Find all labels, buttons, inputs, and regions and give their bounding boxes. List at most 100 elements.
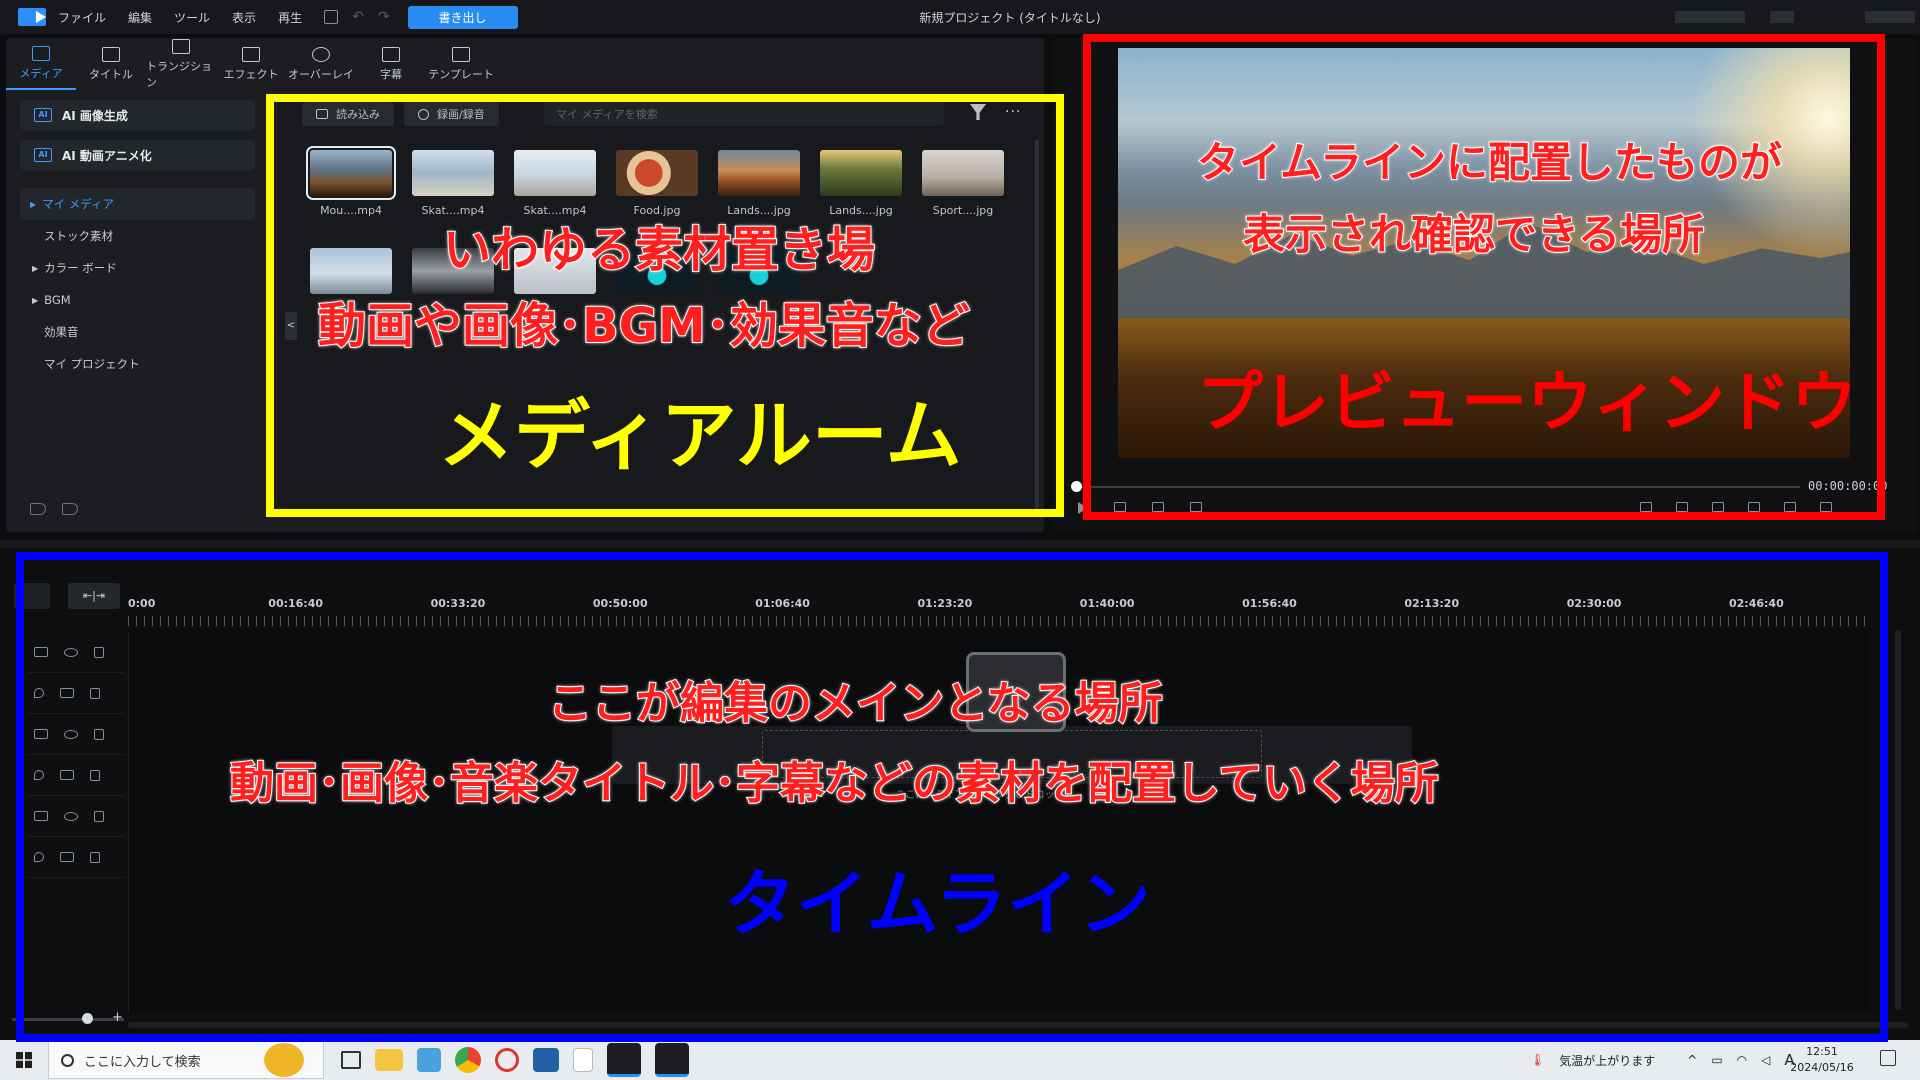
menu-tools[interactable]: ツール <box>174 9 210 26</box>
collapse-panel-button[interactable]: < <box>285 312 297 340</box>
zoom-slider-knob[interactable] <box>82 1013 93 1024</box>
wifi-icon[interactable]: ◠ <box>1737 1053 1747 1067</box>
tab-effect[interactable]: エフェクト <box>216 38 286 90</box>
nav-my-project[interactable]: マイ プロジェクト <box>20 348 255 380</box>
task-view-icon[interactable] <box>341 1051 361 1069</box>
lock-icon[interactable] <box>94 810 104 822</box>
app-icon[interactable] <box>417 1048 441 1072</box>
more-icon[interactable]: ··· <box>1005 104 1021 120</box>
media-thumbnail[interactable] <box>718 150 800 196</box>
save-icon[interactable] <box>324 10 339 24</box>
clock[interactable]: 12:51 2024/05/16 <box>1782 1044 1862 1076</box>
remove-tag-icon[interactable] <box>62 503 78 515</box>
media-thumbnail[interactable] <box>306 146 396 200</box>
panel-divider[interactable] <box>0 540 1920 548</box>
tab-overlay[interactable]: オーバーレイ <box>286 38 356 90</box>
snapshot-icon[interactable] <box>1676 502 1688 512</box>
visibility-icon[interactable] <box>64 729 78 739</box>
menu-view[interactable]: 表示 <box>232 9 256 26</box>
notification-icon[interactable] <box>1880 1050 1896 1066</box>
timeline-hscrollbar[interactable] <box>128 1022 1908 1028</box>
stop-icon[interactable] <box>1114 502 1126 512</box>
mute-icon[interactable] <box>60 770 74 780</box>
tab-transition[interactable]: トランジション <box>146 38 216 90</box>
add-tag-icon[interactable] <box>30 503 46 515</box>
export-button[interactable]: 書き出し <box>407 5 518 29</box>
media-item[interactable]: Mou....mp4 <box>306 146 401 217</box>
media-item[interactable] <box>310 248 401 302</box>
media-item[interactable]: Food.jpg <box>616 150 707 217</box>
media-item[interactable]: Skat....mp4 <box>514 150 605 217</box>
media-scrollbar[interactable] <box>1035 140 1039 510</box>
mute-icon[interactable] <box>60 852 74 862</box>
document-icon[interactable] <box>573 1048 593 1072</box>
preview-playhead[interactable] <box>1071 481 1082 492</box>
weather-text[interactable]: 気温が上がります <box>1559 1052 1655 1069</box>
prev-frame-icon[interactable] <box>1152 502 1164 512</box>
quality-icon[interactable] <box>1712 502 1724 512</box>
volume-icon[interactable] <box>1640 502 1652 512</box>
audio-track-icon <box>34 688 44 698</box>
redo-icon[interactable]: ↷ <box>378 9 390 25</box>
powerdirector-icon[interactable] <box>655 1043 689 1077</box>
fit-timeline-button[interactable]: ⇤|⇥ <box>68 583 120 609</box>
nav-stock[interactable]: ストック素材 <box>20 220 255 252</box>
timeline-vscrollbar[interactable] <box>1895 630 1901 1010</box>
media-search-input[interactable]: マイ メディアを検索 <box>544 102 944 126</box>
undo-icon[interactable]: ↶ <box>352 9 364 25</box>
tab-subtitle[interactable]: 字幕 <box>356 38 426 90</box>
track-manager-icon[interactable] <box>14 583 50 609</box>
lock-icon[interactable] <box>94 728 104 740</box>
media-thumbnail[interactable] <box>514 150 596 196</box>
lock-icon[interactable] <box>90 769 100 781</box>
menu-edit[interactable]: 編集 <box>128 9 152 26</box>
chrome-icon[interactable] <box>455 1047 481 1073</box>
media-thumbnail[interactable] <box>922 150 1004 196</box>
lock-icon[interactable] <box>94 646 104 658</box>
nav-sfx[interactable]: 効果音 <box>20 316 255 348</box>
media-thumbnail[interactable] <box>820 150 902 196</box>
media-item[interactable]: Sport....jpg <box>922 150 1013 217</box>
zoom-in-icon[interactable]: + <box>112 1010 123 1025</box>
lock-icon[interactable] <box>90 687 100 699</box>
media-item[interactable]: Skat....mp4 <box>412 150 503 217</box>
volume-icon[interactable]: ◁ <box>1761 1053 1770 1067</box>
media-thumbnail[interactable] <box>310 248 392 294</box>
menu-play[interactable]: 再生 <box>278 9 302 26</box>
app-icon[interactable] <box>533 1048 559 1072</box>
chevron-up-icon[interactable]: ^ <box>1687 1053 1697 1067</box>
tab-media[interactable]: メディア <box>6 38 76 90</box>
ai-image-button[interactable]: AI AI 画像生成 <box>20 100 255 130</box>
aspect-icon[interactable] <box>1748 502 1760 512</box>
visibility-icon[interactable] <box>64 647 78 657</box>
lock-icon[interactable] <box>90 851 100 863</box>
nav-my-media[interactable]: ▶ マイ メディア <box>20 188 255 220</box>
network-icon[interactable]: ▭ <box>1711 1053 1722 1067</box>
ai-anime-button[interactable]: AI AI 動画アニメ化 <box>20 140 255 170</box>
tab-title[interactable]: タイトル <box>76 38 146 90</box>
powerdirector-icon[interactable] <box>607 1043 641 1077</box>
app-icon[interactable] <box>495 1048 519 1072</box>
tab-template[interactable]: テンプレート <box>426 38 496 90</box>
media-item[interactable]: Lands....jpg <box>820 150 911 217</box>
next-frame-icon[interactable] <box>1190 502 1202 512</box>
preview-scrubber[interactable] <box>1080 486 1800 488</box>
zoom-slider[interactable] <box>12 1018 124 1021</box>
media-thumbnail[interactable] <box>412 150 494 196</box>
thermometer-icon[interactable]: 🌡 <box>1530 1053 1545 1067</box>
mute-icon[interactable] <box>60 688 74 698</box>
fullscreen-icon[interactable] <box>1820 502 1832 512</box>
taco-icon[interactable] <box>264 1043 304 1077</box>
file-explorer-icon[interactable] <box>375 1049 403 1071</box>
nav-color-board[interactable]: ▶ カラー ボード <box>20 252 255 284</box>
nav-bgm[interactable]: ▶ BGM <box>20 284 255 316</box>
media-item[interactable]: Lands....jpg <box>718 150 809 217</box>
start-button[interactable] <box>0 1040 48 1080</box>
visibility-icon[interactable] <box>64 811 78 821</box>
record-button[interactable]: 録画/録音 <box>404 102 499 126</box>
menu-file[interactable]: ファイル <box>58 9 106 26</box>
media-thumbnail[interactable] <box>616 150 698 196</box>
undock-icon[interactable] <box>1784 502 1796 512</box>
play-icon[interactable] <box>1078 502 1088 514</box>
import-button[interactable]: 読み込み <box>302 102 394 126</box>
